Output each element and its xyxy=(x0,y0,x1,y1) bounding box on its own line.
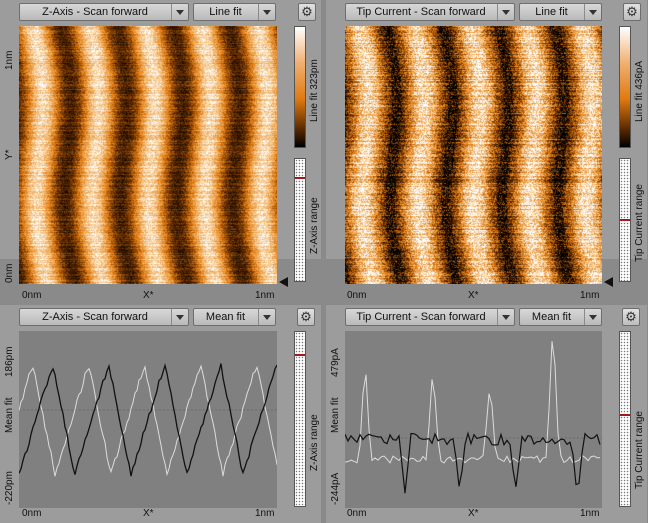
y-axis-bottom-label: 0nm xyxy=(4,263,15,283)
tip-current-profile-plot[interactable] xyxy=(345,331,602,508)
filter-dropdown-label: Line fit xyxy=(535,6,568,18)
x-axis-title: X* xyxy=(143,290,154,301)
panel-z-axis-image: Z-Axis - Scan forward Line fit ⚙ 1nm Y* … xyxy=(0,0,321,287)
x-axis-right-label: 1nm xyxy=(580,508,600,519)
x-axis-right-label: 1nm xyxy=(580,290,600,301)
x-axis-left-label: 0nm xyxy=(347,290,367,301)
z-axis-range-slider[interactable] xyxy=(294,331,306,507)
colorbar-label: Line fit 436pA xyxy=(634,60,645,122)
x-axis-left-label: 0nm xyxy=(22,290,42,301)
y-axis-bottom-label: -220pm xyxy=(4,471,15,505)
x-axis-right-label: 1nm xyxy=(255,508,275,519)
tip-current-range-slider[interactable] xyxy=(619,331,631,507)
profile-line xyxy=(19,364,277,477)
gear-icon[interactable]: ⚙ xyxy=(622,308,640,326)
x-axis-title: X* xyxy=(468,508,479,519)
panel-z-axis-profile: Z-Axis - Scan forward Mean fit ⚙ 186pm M… xyxy=(0,305,321,523)
panel-tip-current-image: Tip Current - Scan forward Line fit ⚙ Li… xyxy=(326,0,647,287)
z-axis-profile-plot[interactable] xyxy=(19,331,277,508)
chevron-down-icon xyxy=(497,4,514,20)
channel-dropdown-label: Z-Axis - Scan forward xyxy=(42,311,148,323)
triangle-marker-icon[interactable] xyxy=(279,277,288,287)
range-label: Z-Axis range xyxy=(309,414,320,471)
chevron-down-icon xyxy=(584,4,601,20)
y-axis-top-label: 479pA xyxy=(330,348,341,377)
panel-tip-current-profile: Tip Current - Scan forward Mean fit ⚙ 47… xyxy=(326,305,647,523)
colorbar xyxy=(294,26,306,148)
chevron-down-icon xyxy=(171,4,188,20)
chevron-down-icon xyxy=(584,309,601,325)
range-marker xyxy=(620,219,630,221)
filter-dropdown[interactable]: Mean fit xyxy=(193,308,276,326)
filter-dropdown[interactable]: Line fit xyxy=(193,3,276,21)
channel-dropdown[interactable]: Tip Current - Scan forward xyxy=(345,3,515,21)
colorbar xyxy=(619,26,631,148)
z-axis-image[interactable] xyxy=(19,26,277,284)
x-axis-title: X* xyxy=(468,290,479,301)
y-axis-top-label: 1nm xyxy=(4,50,15,70)
tip-current-image[interactable] xyxy=(345,26,602,284)
y-axis-bottom-label: -244pA xyxy=(330,472,341,505)
y-axis-title: Mean fit xyxy=(4,397,15,433)
y-axis-top-label: 186pm xyxy=(4,346,15,377)
range-label: Z-Axis range xyxy=(309,197,320,254)
gear-icon[interactable]: ⚙ xyxy=(623,3,641,21)
y-axis-title: Y* xyxy=(4,149,15,160)
x-axis-title: X* xyxy=(143,508,154,519)
channel-dropdown[interactable]: Z-Axis - Scan forward xyxy=(19,3,189,21)
filter-dropdown[interactable]: Line fit xyxy=(519,3,602,21)
colorbar-label: Line fit 323pm xyxy=(309,59,320,122)
x-axis-right-label: 1nm xyxy=(255,290,275,301)
range-marker xyxy=(295,177,305,179)
filter-dropdown-label: Mean fit xyxy=(531,311,572,323)
z-axis-range-slider[interactable] xyxy=(294,158,306,282)
range-marker xyxy=(620,414,630,416)
triangle-marker-icon[interactable] xyxy=(604,277,613,287)
profile-line xyxy=(345,341,601,464)
range-marker xyxy=(295,354,305,356)
profile-line xyxy=(19,363,277,477)
chevron-down-icon xyxy=(258,4,275,20)
range-label: Tip Current range xyxy=(634,411,645,489)
channel-dropdown[interactable]: Z-Axis - Scan forward xyxy=(19,308,189,326)
chevron-down-icon xyxy=(497,309,514,325)
filter-dropdown-label: Mean fit xyxy=(205,311,246,323)
y-axis-title: Mean fit xyxy=(330,397,341,433)
channel-dropdown-label: Z-Axis - Scan forward xyxy=(42,6,148,18)
tip-current-range-slider[interactable] xyxy=(619,158,631,282)
x-axis-left-label: 0nm xyxy=(22,508,42,519)
range-label: Tip Current range xyxy=(634,184,645,262)
gear-icon[interactable]: ⚙ xyxy=(298,3,316,21)
channel-dropdown[interactable]: Tip Current - Scan forward xyxy=(345,308,515,326)
x-axis-left-label: 0nm xyxy=(347,508,367,519)
filter-dropdown-label: Line fit xyxy=(209,6,242,18)
channel-dropdown-label: Tip Current - Scan forward xyxy=(356,6,486,18)
channel-dropdown-label: Tip Current - Scan forward xyxy=(356,311,486,323)
gear-icon[interactable]: ⚙ xyxy=(297,308,315,326)
filter-dropdown[interactable]: Mean fit xyxy=(519,308,602,326)
chevron-down-icon xyxy=(258,309,275,325)
chevron-down-icon xyxy=(171,309,188,325)
profile-line xyxy=(345,431,601,494)
